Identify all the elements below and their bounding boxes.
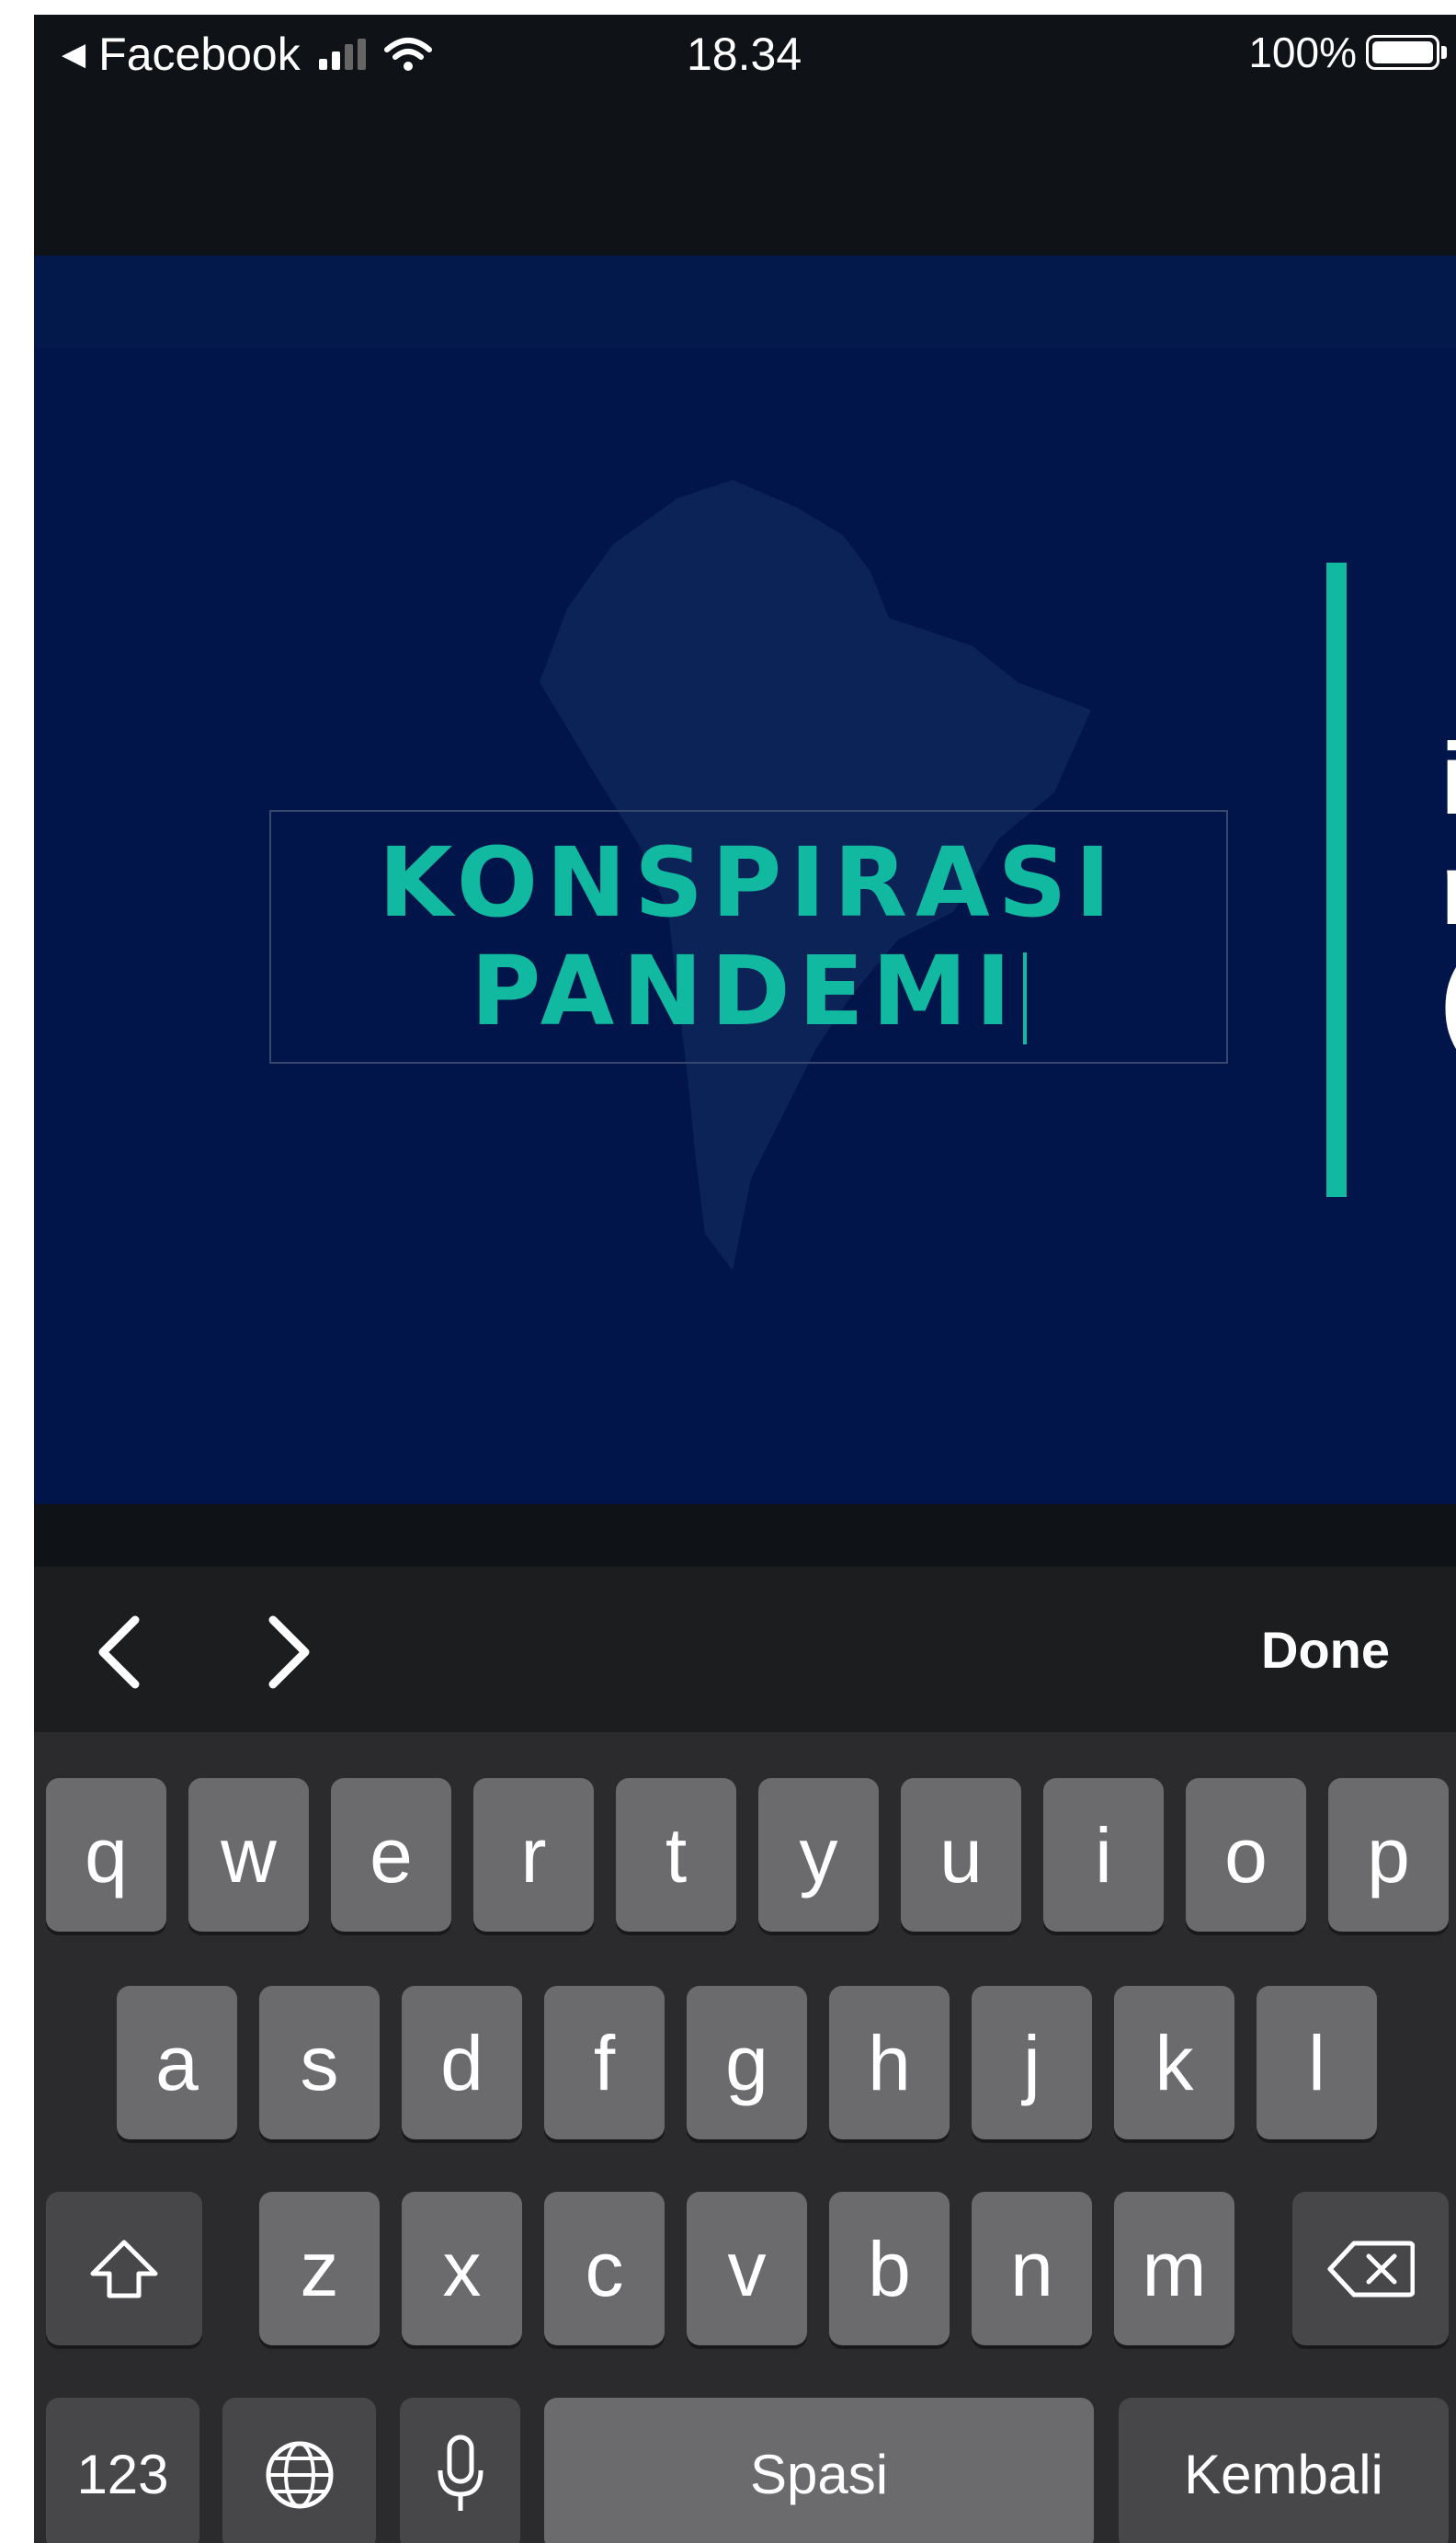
done-button[interactable]: Done bbox=[1261, 1620, 1390, 1680]
key-i[interactable]: i bbox=[1043, 1778, 1164, 1932]
offscreen-text: i r ( bbox=[1440, 724, 1456, 1055]
keyboard: q w e r t y u i o p a s d f g h j k l z … bbox=[34, 1732, 1456, 2543]
slide-canvas[interactable]: KONSPIRASI PANDEMI i r ( bbox=[34, 256, 1456, 1504]
key-b[interactable]: b bbox=[829, 2192, 950, 2345]
offscreen-text-line: i bbox=[1440, 723, 1456, 836]
key-l[interactable]: l bbox=[1257, 1986, 1377, 2139]
key-x[interactable]: x bbox=[402, 2192, 522, 2345]
key-q[interactable]: q bbox=[46, 1778, 166, 1932]
key-w[interactable]: w bbox=[188, 1778, 309, 1932]
accent-divider bbox=[1326, 563, 1347, 1197]
space-bar[interactable]: Spasi bbox=[544, 2398, 1094, 2543]
key-t[interactable]: t bbox=[616, 1778, 736, 1932]
microphone-icon bbox=[438, 2435, 483, 2511]
key-g[interactable]: g bbox=[687, 1986, 807, 2139]
status-time: 18.34 bbox=[687, 29, 802, 80]
numbers-key[interactable]: 123 bbox=[46, 2398, 199, 2543]
back-triangle-icon: ◀ bbox=[62, 37, 86, 72]
key-h[interactable]: h bbox=[829, 1986, 950, 2139]
title-line-2: PANDEMI bbox=[471, 937, 1027, 1045]
key-y[interactable]: y bbox=[758, 1778, 879, 1932]
shift-key[interactable] bbox=[46, 2192, 202, 2345]
title-text-box[interactable]: KONSPIRASI PANDEMI bbox=[269, 810, 1228, 1064]
key-u[interactable]: u bbox=[901, 1778, 1021, 1932]
return-key[interactable]: Kembali bbox=[1119, 2398, 1449, 2543]
key-z[interactable]: z bbox=[259, 2192, 380, 2345]
key-v[interactable]: v bbox=[687, 2192, 807, 2345]
back-app-label: Facebook bbox=[98, 29, 301, 80]
shift-icon bbox=[90, 2240, 158, 2298]
battery-icon bbox=[1366, 35, 1439, 70]
chevron-right-icon[interactable] bbox=[250, 1611, 324, 1693]
key-e[interactable]: e bbox=[331, 1778, 451, 1932]
key-c[interactable]: c bbox=[544, 2192, 665, 2345]
key-m[interactable]: m bbox=[1114, 2192, 1234, 2345]
text-cursor bbox=[1022, 952, 1027, 1044]
offscreen-text-line: ( bbox=[1440, 945, 1456, 1055]
backspace-key[interactable] bbox=[1292, 2192, 1449, 2345]
globe-key[interactable] bbox=[222, 2398, 376, 2543]
key-k[interactable]: k bbox=[1114, 1986, 1234, 2139]
keyboard-accessory-bar: Done bbox=[34, 1567, 1456, 1732]
key-r[interactable]: r bbox=[473, 1778, 594, 1932]
key-d[interactable]: d bbox=[402, 1986, 522, 2139]
microphone-key[interactable] bbox=[400, 2398, 520, 2543]
key-f[interactable]: f bbox=[544, 1986, 665, 2139]
key-n[interactable]: n bbox=[972, 2192, 1092, 2345]
battery-indicator: 100% bbox=[1248, 28, 1447, 77]
chevron-left-icon[interactable] bbox=[85, 1611, 158, 1693]
status-bar: ◀ Facebook 18.34 100% bbox=[34, 15, 1456, 92]
battery-percent: 100% bbox=[1248, 29, 1357, 76]
key-j[interactable]: j bbox=[972, 1986, 1092, 2139]
key-s[interactable]: s bbox=[259, 1986, 380, 2139]
offscreen-text-line: r bbox=[1440, 835, 1456, 945]
wifi-icon bbox=[383, 38, 432, 71]
cellular-signal-icon bbox=[318, 39, 366, 70]
title-line-1: KONSPIRASI bbox=[378, 827, 1120, 939]
phone-screen: ◀ Facebook 18.34 100% KONSPIRASI PANDEMI bbox=[34, 15, 1456, 2543]
key-o[interactable]: o bbox=[1186, 1778, 1306, 1932]
globe-icon bbox=[266, 2441, 333, 2508]
key-a[interactable]: a bbox=[117, 1986, 237, 2139]
backspace-icon bbox=[1327, 2241, 1415, 2297]
back-to-app-link[interactable]: ◀ Facebook bbox=[62, 28, 432, 81]
title-line-2-text: PANDEMI bbox=[471, 935, 1019, 1047]
key-p[interactable]: p bbox=[1328, 1778, 1449, 1932]
